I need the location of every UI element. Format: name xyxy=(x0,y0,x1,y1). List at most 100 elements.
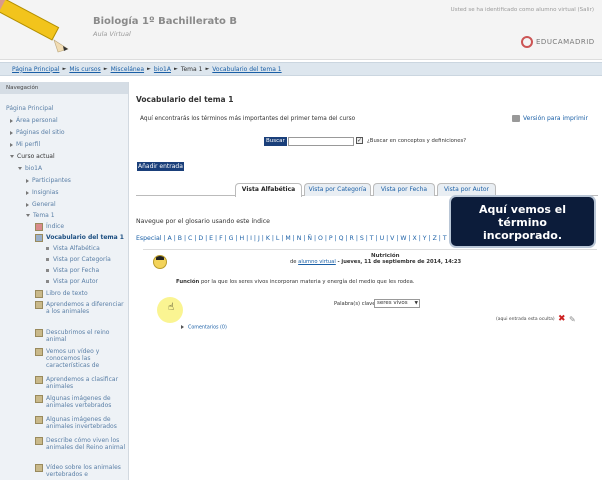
sidebar-item-view-author[interactable]: Vista por Autor xyxy=(46,278,98,285)
sidebar-activity[interactable]: Vemos un vídeo y conocemos las caracterí… xyxy=(46,348,126,369)
sidebar-item-personal-area[interactable]: Área personal xyxy=(10,117,58,124)
sidebar-activity[interactable]: Describe cómo viven los animales del Rei… xyxy=(46,437,126,451)
sidebar-item-current-course[interactable]: Curso actual xyxy=(10,153,55,160)
search-input[interactable] xyxy=(288,137,354,146)
breadcrumb-home[interactable]: Página Principal xyxy=(12,66,59,73)
expand-arrow-icon xyxy=(26,202,29,207)
collapse-arrow-icon xyxy=(26,214,30,217)
tab-alphabetical[interactable]: Vista Alfabética xyxy=(235,183,302,197)
breadcrumb-separator-icon: ► xyxy=(103,66,108,72)
navigation-sidebar: Navegación Página Principal Área persona… xyxy=(0,82,129,480)
search-button[interactable]: Buscar xyxy=(264,137,287,146)
search-definitions-label: ¿Buscar en conceptos y definiciones? xyxy=(367,138,467,144)
video-icon xyxy=(35,348,43,356)
glossary-description: Aquí encontrarás los términos más import… xyxy=(140,116,356,122)
page-icon xyxy=(35,223,43,231)
sidebar-item-index[interactable]: Índice xyxy=(46,223,64,230)
entry-definition: Función por la que los seres vivos incor… xyxy=(176,279,415,285)
site-subtitle: Aula Virtual xyxy=(93,30,131,38)
sidebar-item-view-category[interactable]: Vista por Categoría xyxy=(46,256,111,263)
breadcrumb-course[interactable]: bio1A xyxy=(154,66,171,73)
sidebar-activity[interactable]: Descubrimos el reino animal xyxy=(46,329,126,343)
educamadrid-logo[interactable]: EDUCAMADRID xyxy=(521,35,595,49)
bullet-icon xyxy=(46,258,49,261)
sidebar-item-home[interactable]: Página Principal xyxy=(6,105,53,112)
search-definitions-checkbox[interactable]: ✓ xyxy=(356,137,363,144)
breadcrumb-separator-icon: ► xyxy=(173,66,178,72)
expand-arrow-icon xyxy=(26,190,29,195)
sidebar-item-my-profile[interactable]: Mi perfil xyxy=(10,141,40,148)
sidebar-item-badges[interactable]: Insignias xyxy=(26,189,58,196)
sidebar-item-participants[interactable]: Participantes xyxy=(26,177,71,184)
book-icon xyxy=(35,290,43,298)
alphabet-index[interactable]: Especial | A | B | C | D | E | F | G | H… xyxy=(136,235,447,242)
entry-date: - jueves, 11 de septiembre de 2014, 14:2… xyxy=(337,259,462,265)
sidebar-item-current-glossary[interactable]: Vocabulario del tema 1 xyxy=(46,234,124,241)
keyword-label: Palabra(s) clave: xyxy=(334,301,378,307)
delete-icon[interactable]: ✖ xyxy=(558,315,566,324)
edit-icon[interactable]: ✎ xyxy=(569,315,576,324)
tab-date[interactable]: Vista por Fecha xyxy=(373,183,435,196)
pencil-logo-icon xyxy=(0,0,69,53)
breadcrumb-current[interactable]: Vocabulario del tema 1 xyxy=(212,66,281,73)
activity-icon xyxy=(35,329,43,337)
user-avatar[interactable] xyxy=(153,255,167,269)
expand-triangle-icon xyxy=(181,325,184,329)
comments-link[interactable]: Comentarios (0) xyxy=(181,325,227,331)
image-icon xyxy=(35,416,43,424)
activity-icon xyxy=(35,437,43,445)
breadcrumb-separator-icon: ► xyxy=(205,66,210,72)
breadcrumb: Página Principal ► Mis cursos ► Miscelán… xyxy=(0,62,602,76)
author-link[interactable]: alumno virtual xyxy=(298,259,336,265)
activity-icon xyxy=(35,301,43,309)
callout-line: Aquí vemos el xyxy=(478,203,567,216)
bullet-icon xyxy=(46,280,49,283)
sidebar-item-general[interactable]: General xyxy=(26,201,56,208)
entry-byline: de alumno virtual - jueves, 11 de septie… xyxy=(290,259,462,265)
sidebar-activity[interactable]: Vídeo sobre los animales vertebrados e xyxy=(46,464,126,478)
sidebar-activity[interactable]: Libro de texto xyxy=(46,290,88,297)
activity-icon xyxy=(35,376,43,384)
logo-text: EDUCAMADRID xyxy=(536,38,595,46)
sidebar-activity[interactable]: Algunas imágenes de animales invertebrad… xyxy=(46,416,126,430)
login-info[interactable]: Usted se ha identificado como alumno vir… xyxy=(451,7,594,13)
sidebar-activity[interactable]: Aprendemos a clasificar animales xyxy=(46,376,126,390)
sidebar-item-site-pages[interactable]: Páginas del sitio xyxy=(10,129,65,136)
breadcrumb-separator-icon: ► xyxy=(147,66,151,72)
keyword-select[interactable]: seres vivos xyxy=(374,299,420,308)
sidebar-activity[interactable]: Algunas imágenes de animales vertebrados xyxy=(46,395,126,409)
sidebar-item-topic[interactable]: Tema 1 xyxy=(26,212,55,219)
collapse-arrow-icon xyxy=(10,155,14,158)
tab-category[interactable]: Vista por Categoría xyxy=(304,183,371,196)
bullet-icon xyxy=(46,269,49,272)
sidebar-item-view-alpha[interactable]: Vista Alfabética xyxy=(46,245,100,252)
educamadrid-logo-icon xyxy=(521,36,533,48)
entry-divider xyxy=(143,249,597,250)
callout-line: término xyxy=(498,216,547,229)
breadcrumb-my-courses[interactable]: Mis cursos xyxy=(69,66,100,73)
expand-arrow-icon xyxy=(10,142,13,147)
sidebar-activity[interactable]: Aprendemos a diferenciar a los animales xyxy=(46,301,126,315)
callout-line: incorporado. xyxy=(483,229,562,242)
tutorial-callout: Aquí vemos el término incorporado. xyxy=(449,195,596,248)
breadcrumb-topic[interactable]: Tema 1 xyxy=(181,66,203,73)
entry-status: (aqui entrada esta oculta) xyxy=(496,317,555,322)
breadcrumb-separator-icon: ► xyxy=(62,66,67,72)
sidebar-title: Navegación xyxy=(0,82,128,94)
hand-cursor-icon: ☝ xyxy=(168,302,175,313)
glossary-icon xyxy=(35,234,43,242)
site-title: Biología 1º Bachillerato B xyxy=(93,16,238,27)
expand-arrow-icon xyxy=(10,130,13,135)
browse-index-label: Navegue por el glosario usando este índi… xyxy=(136,218,270,225)
bullet-icon xyxy=(46,247,49,250)
expand-arrow-icon xyxy=(10,118,13,123)
site-header: Biología 1º Bachillerato B Aula Virtual … xyxy=(0,0,602,60)
print-version-link[interactable]: Versión para imprimir xyxy=(512,115,588,122)
breadcrumb-miscellany[interactable]: Miscelánea xyxy=(111,66,144,73)
sidebar-item-course[interactable]: bio1A xyxy=(18,165,42,172)
printer-icon xyxy=(512,115,520,122)
video-icon xyxy=(35,464,43,472)
image-icon xyxy=(35,395,43,403)
sidebar-item-view-date[interactable]: Vista por Fecha xyxy=(46,267,99,274)
add-entry-button[interactable]: Añadir entrada xyxy=(137,162,184,171)
